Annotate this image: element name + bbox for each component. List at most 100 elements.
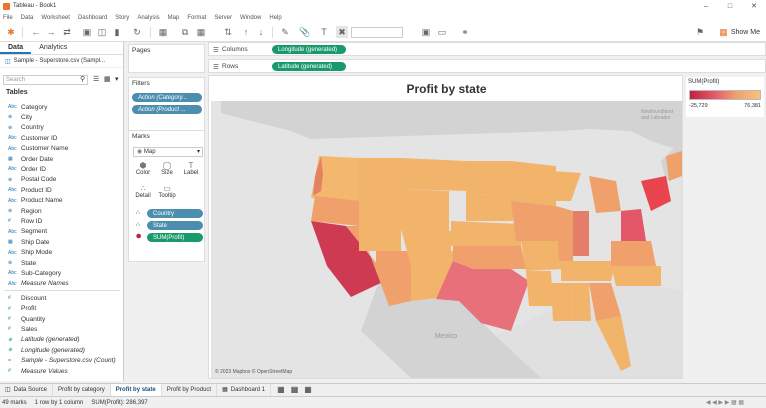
dimension-field[interactable]: Abc Product ID [8,185,52,195]
new-story-icon[interactable]: ▦ [304,385,312,394]
dimension-field[interactable]: ⊕ Region [8,206,42,216]
dimension-field[interactable]: ▦ Ship Date [8,237,50,247]
mark-pill-country[interactable]: Country [147,209,203,218]
rows-label: Rows [222,63,239,70]
tab-data-source[interactable]: ◫ Data Source [0,383,54,396]
tab-data[interactable]: Data [0,42,32,54]
mark-type-dropdown[interactable]: ◉ Map ▾ [133,147,203,157]
dimension-field[interactable]: ⊕ State [8,258,36,268]
rows-pill[interactable]: Latitude (generated) [272,62,346,71]
group-icon[interactable]: 📎 [299,26,311,38]
dimension-field[interactable]: Abc Customer ID [8,133,57,143]
dimension-field[interactable]: ⊕ Postal Code [8,175,56,185]
new-worksheet-icon[interactable]: ▦ [157,26,169,38]
filter-pill[interactable]: Action (Product ... [132,105,202,114]
tab-profit-by-state[interactable]: Profit by state [110,383,162,396]
dimension-field[interactable]: ▦ Order Date [8,154,53,164]
tab-dashboard-1[interactable]: ▦ Dashboard 1 [217,383,272,396]
mark-pill-profit[interactable]: SUM(Profit) [147,233,203,242]
columns-pill[interactable]: Longitude (generated) [272,45,346,54]
measure-field[interactable]: ⊕ Longitude (generated) [8,345,85,355]
measure-field[interactable]: = Sample - Superstore.csv (Count) [8,356,116,366]
redo-icon[interactable]: → [45,26,57,38]
maximize-icon[interactable]: □ [718,0,742,12]
minimize-icon[interactable]: – [694,0,718,12]
highlight-icon[interactable]: ✎ [279,26,291,38]
rows-shelf[interactable]: ☰ Rows Latitude (generated) [208,59,766,73]
measure-field[interactable]: ⊕ Latitude (generated) [8,335,80,345]
menu-file[interactable]: File [3,15,13,21]
tableau-icon[interactable]: ✱ [5,26,17,38]
dimension-field[interactable]: ⊕ City [8,112,32,122]
menu-dashboard[interactable]: Dashboard [78,15,107,21]
dimension-field[interactable]: Abc Measure Names [8,279,69,289]
share-icon[interactable]: ⚭ [459,26,471,38]
dimension-field[interactable]: Abc Ship Mode [8,248,52,258]
duplicate-icon[interactable]: ⧉ [179,26,191,38]
map[interactable]: Mexico Newfoundland and Labrador © 2023 … [211,101,682,378]
pause-icon[interactable]: ▮ [111,26,123,38]
new-dashboard-icon[interactable]: ▦ [291,385,299,394]
menu-story[interactable]: Story [115,15,129,21]
datasource[interactable]: ◫ Sample - Superstore.csv (Sampl... [0,55,123,68]
dimension-field[interactable]: # Row ID [8,216,42,226]
measure-field[interactable]: # Discount [8,293,46,303]
view-icon[interactable]: ▦ [104,75,111,83]
nav-arrows-icon[interactable]: ◀ ◀ ▶ ▶ ▦ ▦ [706,399,744,406]
dimension-field[interactable]: Abc Order ID [8,164,46,174]
swap-icon[interactable]: ⇄ [61,26,73,38]
measure-field[interactable]: # Sales [8,324,37,334]
dimension-field[interactable]: Abc Segment [8,227,47,237]
close-icon[interactable]: ✕ [742,0,766,12]
field-label: Region [21,207,42,215]
sort-descending-icon[interactable]: ↓ [255,26,267,38]
menu-analysis[interactable]: Analysis [137,15,159,21]
field-label: Sample - Superstore.csv (Count) [21,357,116,365]
columns-shelf[interactable]: ☰ Columns Longitude (generated) [208,42,766,56]
undo-icon[interactable]: ← [30,26,42,38]
dimension-field[interactable]: Abc Product Name [8,196,63,206]
show-me-button[interactable]: ▦ Show Me [719,26,760,39]
device-preview-icon[interactable]: ▭ [436,26,448,38]
tooltip-button[interactable]: ▭ Tooltip [157,184,177,202]
detail-button[interactable]: ∴ Detail [133,184,153,202]
dimension-field[interactable]: Abc Customer Name [8,144,68,154]
menu-help[interactable]: Help [269,15,281,21]
fix-axes-icon[interactable]: ✖ [336,26,348,38]
comment-icon[interactable]: ⚑ [694,26,706,38]
measure-field[interactable]: # Measure Values [8,366,68,376]
search-input[interactable]: Search [3,75,88,85]
tab-profit-by-product[interactable]: Profit by Product [162,383,218,396]
dimension-field[interactable]: Abc Category [8,102,47,112]
label-button[interactable]: T Label [181,161,201,179]
tab-analytics[interactable]: Analytics [31,42,75,54]
measure-field[interactable]: # Quantity [8,314,45,324]
filter-pill[interactable]: Action (Category... [132,93,202,102]
tab-profit-by-category[interactable]: Profit by category [53,383,111,396]
color-button[interactable]: ⬢ Color [133,161,153,179]
save-icon[interactable]: ▣ [81,26,93,38]
new-sheet-icon[interactable]: ▦ [277,385,285,394]
refresh-icon[interactable]: ↻ [131,26,143,38]
label-icon[interactable]: T [318,26,330,38]
dimension-field[interactable]: Abc Sub-Category [8,268,61,278]
mark-pill-state[interactable]: State [147,221,203,230]
toolbar: ✱ ← → ⇄ ▣ ◫ ▮ ↻ ▦ ⧉ ▦ ⇅ ↑ ↓ ✎ 📎 T ✖ ▣ ▭ … [0,23,766,42]
menu-data[interactable]: Data [21,15,34,21]
menu-server[interactable]: Server [214,15,232,21]
menu-map[interactable]: Map [168,15,180,21]
menu-worksheet[interactable]: Worksheet [41,15,70,21]
new-datasource-icon[interactable]: ◫ [96,26,108,38]
measure-field[interactable]: # Profit [8,304,36,314]
fit-dropdown[interactable] [351,27,403,38]
filter-icon[interactable]: ☰ [93,75,99,83]
menu-icon[interactable]: ▾ [115,75,119,83]
menu-format[interactable]: Format [187,15,206,21]
presentation-icon[interactable]: ▣ [420,26,432,38]
dimension-field[interactable]: ⊕ Country [8,123,44,133]
menu-window[interactable]: Window [240,15,261,21]
swap-axes-icon[interactable]: ⇅ [222,26,234,38]
sort-ascending-icon[interactable]: ↑ [240,26,252,38]
size-button[interactable]: ◯ Size [157,161,177,179]
clear-sheet-icon[interactable]: ▦ [195,26,207,38]
